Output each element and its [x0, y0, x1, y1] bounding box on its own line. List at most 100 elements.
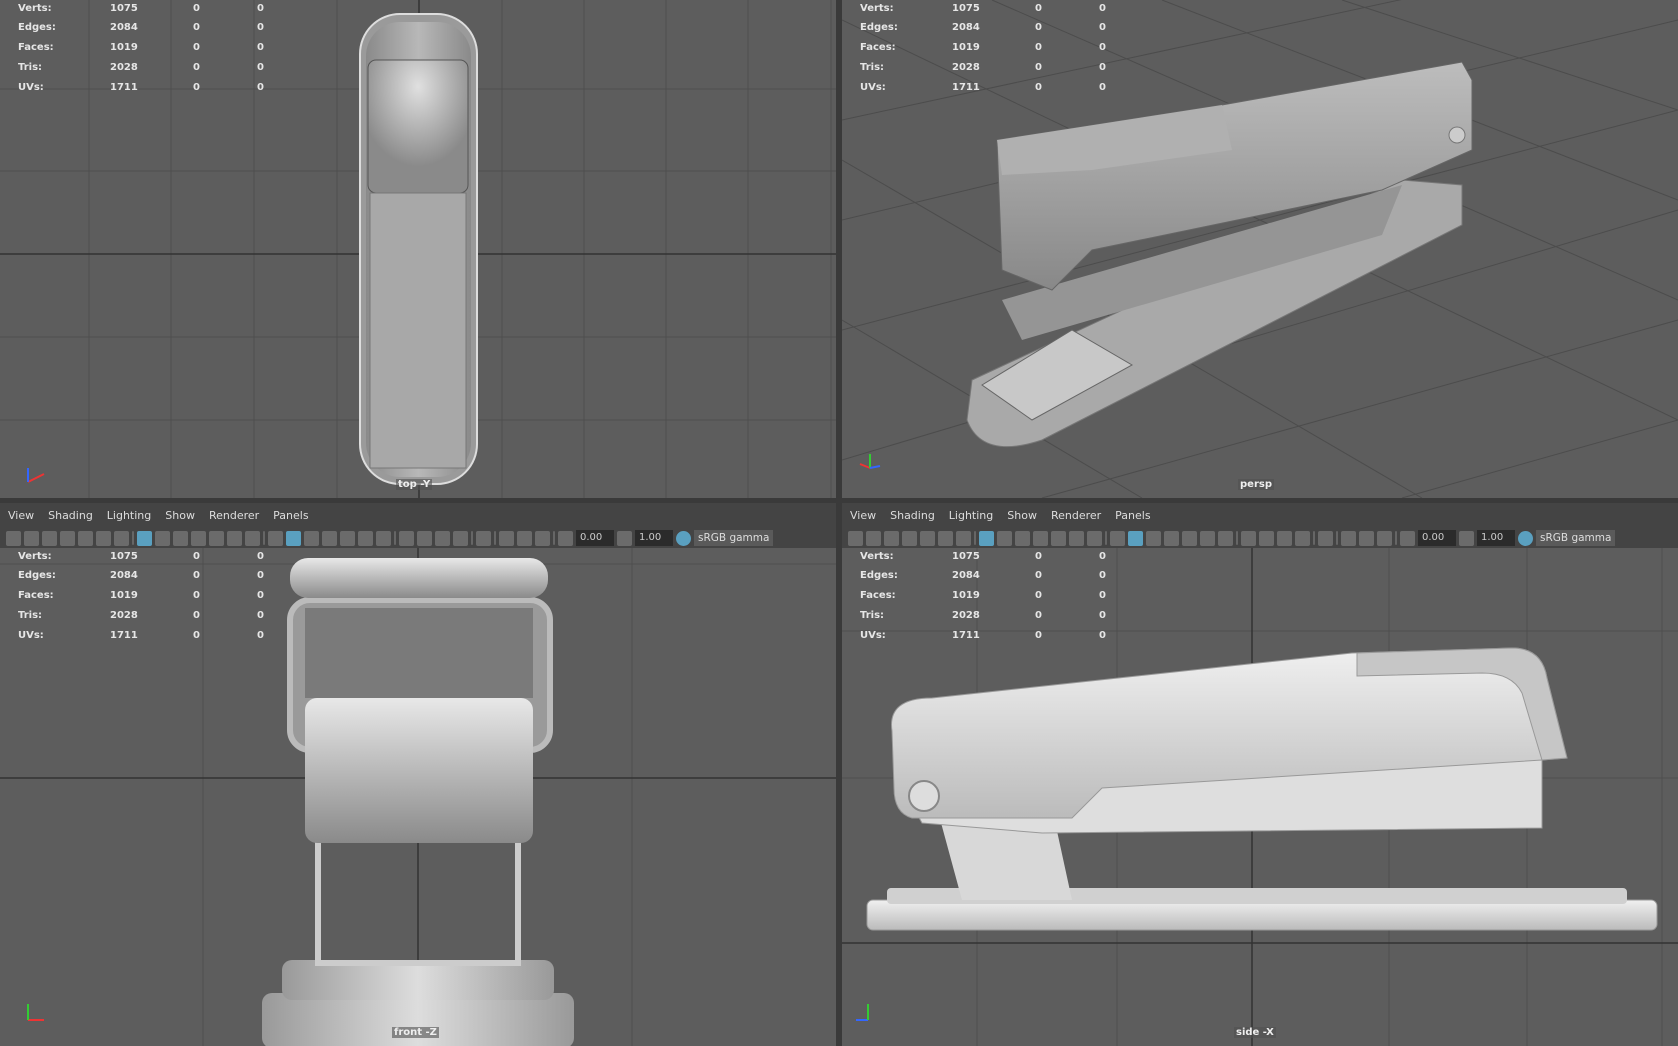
camera-attributes-icon[interactable]	[866, 530, 881, 546]
lights-icon[interactable]	[358, 530, 373, 546]
menu-view[interactable]: View	[8, 509, 34, 522]
view-transform-label[interactable]: sRGB gamma	[694, 530, 774, 546]
stat-selected: 0	[1035, 590, 1042, 601]
bookmark-camera-icon[interactable]	[42, 530, 57, 546]
menu-shading[interactable]: Shading	[48, 509, 93, 522]
menu-lighting[interactable]: Lighting	[949, 509, 993, 522]
stat-value: 1075	[110, 551, 138, 562]
select-camera-icon[interactable]	[848, 530, 863, 546]
depth-of-field-icon[interactable]	[453, 530, 468, 546]
bookmark-icon[interactable]	[60, 530, 75, 546]
viewport-front[interactable]: Verts: 1075 0 0 Edges: 2084 0 0 Faces: 1019 0 0 T…	[0, 548, 836, 1046]
color-management-icon[interactable]	[1518, 530, 1533, 546]
safe-action-icon[interactable]	[1069, 530, 1084, 546]
grease-pencil-icon[interactable]	[114, 530, 129, 546]
xray-joints-icon[interactable]	[1359, 530, 1374, 546]
wireframe-on-shaded-icon[interactable]	[322, 530, 337, 546]
gate-mask-icon[interactable]	[191, 530, 206, 546]
menu-shading[interactable]: Shading	[890, 509, 935, 522]
textured-icon[interactable]	[340, 530, 355, 546]
depth-of-field-icon[interactable]	[1295, 530, 1310, 546]
gamma-field[interactable]: 1.00	[1477, 530, 1515, 546]
viewport-top[interactable]: Verts: 1075 0 0 Edges: 2084 0 0 Faces: 1019 0 0 T…	[0, 0, 836, 498]
grid-icon[interactable]	[137, 530, 152, 546]
gamma-icon[interactable]	[1459, 530, 1474, 546]
select-camera-icon[interactable]	[6, 530, 21, 546]
gamma-field[interactable]: 1.00	[635, 530, 673, 546]
default-material-icon[interactable]	[1146, 530, 1161, 546]
screen-space-ao-icon[interactable]	[1241, 530, 1256, 546]
menu-panels[interactable]: Panels	[1115, 509, 1150, 522]
film-gate-icon[interactable]	[997, 530, 1012, 546]
resolution-gate-icon[interactable]	[173, 530, 188, 546]
film-gate-icon[interactable]	[155, 530, 170, 546]
stat-extra: 0	[257, 3, 264, 14]
exposure-field[interactable]: 0.00	[576, 530, 614, 546]
exposure-field[interactable]: 0.00	[1418, 530, 1456, 546]
safe-action-icon[interactable]	[227, 530, 242, 546]
resolution-gate-icon[interactable]	[1015, 530, 1030, 546]
stat-selected: 0	[1035, 551, 1042, 562]
stat-label: Faces:	[18, 42, 54, 53]
motion-blur-icon[interactable]	[417, 530, 432, 546]
shadows-icon[interactable]	[1218, 530, 1233, 546]
2d-pan-zoom-icon[interactable]	[96, 530, 111, 546]
bookmark-camera-icon[interactable]	[884, 530, 899, 546]
safe-title-icon[interactable]	[245, 530, 260, 546]
xray-joints-icon[interactable]	[517, 530, 532, 546]
camera-attributes-icon[interactable]	[24, 530, 39, 546]
lights-icon[interactable]	[1200, 530, 1215, 546]
wireframe-on-shaded-icon[interactable]	[1164, 530, 1179, 546]
stat-value: 2028	[952, 610, 980, 621]
field-chart-icon[interactable]	[209, 530, 224, 546]
xray-icon[interactable]	[1341, 530, 1356, 546]
bookmark-icon[interactable]	[902, 530, 917, 546]
menu-lighting[interactable]: Lighting	[107, 509, 151, 522]
backface-culling-icon[interactable]	[1377, 530, 1392, 546]
stat-value: 2084	[952, 22, 980, 33]
isolate-select-icon[interactable]	[476, 530, 491, 546]
stat-value: 2028	[110, 62, 138, 73]
motion-blur-icon[interactable]	[1259, 530, 1274, 546]
stat-selected: 0	[193, 630, 200, 641]
viewport-side[interactable]: Verts: 1075 0 0 Edges: 2084 0 0 Faces: 1019 0 0 T…	[842, 548, 1678, 1046]
color-management-icon[interactable]	[676, 530, 691, 546]
isolate-select-icon[interactable]	[1318, 530, 1333, 546]
default-material-icon[interactable]	[304, 530, 319, 546]
backface-culling-icon[interactable]	[535, 530, 550, 546]
menu-panels[interactable]: Panels	[273, 509, 308, 522]
viewport-persp[interactable]: Verts: 1075 0 0 Edges: 2084 0 0 Faces: 1019 0 0 T…	[842, 0, 1678, 498]
wireframe-icon[interactable]	[1110, 530, 1125, 546]
exposure-icon[interactable]	[1400, 530, 1415, 546]
stat-label: UVs:	[860, 630, 886, 641]
wireframe-icon[interactable]	[268, 530, 283, 546]
smooth-shade-icon[interactable]	[1128, 530, 1143, 546]
gamma-icon[interactable]	[617, 530, 632, 546]
shadows-icon[interactable]	[376, 530, 391, 546]
menu-renderer[interactable]: Renderer	[209, 509, 259, 522]
image-plane-icon[interactable]	[920, 530, 935, 546]
grid-icon[interactable]	[979, 530, 994, 546]
stat-extra: 0	[1099, 42, 1106, 53]
multisample-aa-icon[interactable]	[435, 530, 450, 546]
menu-view[interactable]: View	[850, 509, 876, 522]
gate-mask-icon[interactable]	[1033, 530, 1048, 546]
image-plane-icon[interactable]	[78, 530, 93, 546]
2d-pan-zoom-icon[interactable]	[938, 530, 953, 546]
menu-renderer[interactable]: Renderer	[1051, 509, 1101, 522]
multisample-aa-icon[interactable]	[1277, 530, 1292, 546]
menu-show[interactable]: Show	[165, 509, 195, 522]
grease-pencil-icon[interactable]	[956, 530, 971, 546]
view-transform-label[interactable]: sRGB gamma	[1536, 530, 1616, 546]
stat-value: 2028	[110, 610, 138, 621]
exposure-icon[interactable]	[558, 530, 573, 546]
stat-extra: 0	[257, 590, 264, 601]
safe-title-icon[interactable]	[1087, 530, 1102, 546]
field-chart-icon[interactable]	[1051, 530, 1066, 546]
xray-icon[interactable]	[499, 530, 514, 546]
textured-icon[interactable]	[1182, 530, 1197, 546]
screen-space-ao-icon[interactable]	[399, 530, 414, 546]
menu-show[interactable]: Show	[1007, 509, 1037, 522]
smooth-shade-icon[interactable]	[286, 530, 301, 546]
stat-extra: 0	[1099, 630, 1106, 641]
